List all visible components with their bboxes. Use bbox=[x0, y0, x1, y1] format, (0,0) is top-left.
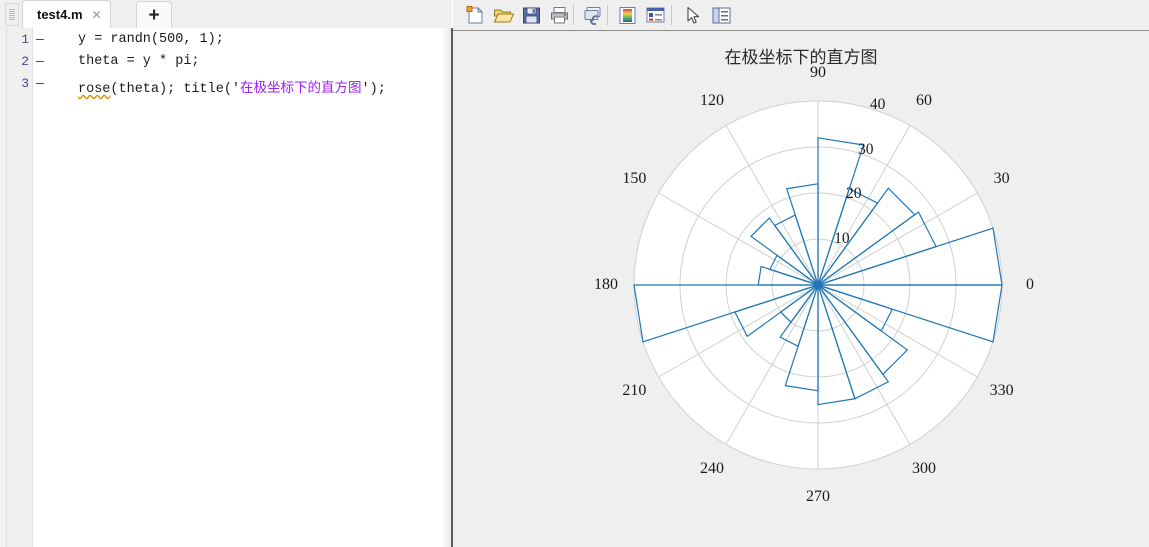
toolbar-separator bbox=[573, 5, 574, 25]
editor-tab-bar: test4.m ✕ + bbox=[0, 0, 452, 29]
property-inspector-icon[interactable] bbox=[709, 3, 734, 27]
theta-tick-label: 330 bbox=[989, 382, 1014, 399]
link-plot-icon[interactable] bbox=[581, 3, 606, 27]
theta-tick-label: 150 bbox=[622, 170, 647, 187]
colorbar-icon[interactable] bbox=[615, 3, 640, 27]
theta-tick-label: 180 bbox=[594, 276, 618, 293]
code-line-2: theta = y * pi; bbox=[78, 54, 200, 69]
figure-window: 在极坐标下的直方图 0 30 60 90 120 150 180 210 240 270 300 33… bbox=[453, 0, 1149, 547]
line-number-gutter: 1 2 3 bbox=[7, 28, 33, 547]
executable-line-marker[interactable]: — bbox=[36, 54, 44, 69]
code-text-area[interactable]: 1 2 3 — — — y = randn(500, 1); theta = y… bbox=[0, 28, 452, 547]
breakpoint-column[interactable]: — — — bbox=[33, 28, 51, 547]
toolbar-separator bbox=[607, 5, 608, 25]
toolbar-separator bbox=[671, 5, 672, 25]
line-number: 3 bbox=[21, 76, 29, 91]
figure-toolbar bbox=[453, 0, 1149, 31]
code-warning-token: rose bbox=[78, 82, 111, 97]
line-number: 1 bbox=[21, 32, 29, 47]
theta-tick-label: 270 bbox=[806, 488, 830, 505]
open-file-icon[interactable] bbox=[491, 3, 516, 27]
line-number: 2 bbox=[21, 54, 29, 69]
executable-line-marker[interactable]: — bbox=[36, 32, 44, 47]
theta-tick-label: 120 bbox=[700, 92, 724, 110]
code-token-end: '); bbox=[361, 82, 386, 97]
theta-tick-label: 30 bbox=[993, 170, 1010, 187]
legend-icon[interactable] bbox=[643, 3, 668, 27]
new-tab-button[interactable]: + bbox=[136, 1, 172, 28]
new-figure-icon[interactable] bbox=[463, 3, 488, 27]
executable-line-marker[interactable]: — bbox=[36, 76, 44, 91]
page-title: 在极坐标下的直方图 bbox=[724, 48, 878, 67]
r-tick-label: 40 bbox=[869, 96, 886, 114]
r-tick-label: 30 bbox=[857, 140, 874, 158]
r-tick-label: 20 bbox=[846, 185, 862, 203]
code-line-1: y = randn(500, 1); bbox=[78, 32, 224, 47]
theta-tick-label: 90 bbox=[810, 64, 826, 81]
editor-tab-test4m[interactable]: test4.m ✕ bbox=[22, 0, 111, 28]
r-tick-label: 10 bbox=[834, 229, 850, 247]
code-token: (theta); title(' bbox=[110, 82, 241, 97]
theta-tick-label: 240 bbox=[700, 459, 724, 477]
panel-drag-handle[interactable] bbox=[5, 3, 19, 26]
tab-filename: test4.m bbox=[37, 7, 83, 22]
theta-tick-label: 0 bbox=[1026, 276, 1034, 293]
editor-left-strip bbox=[0, 28, 7, 547]
edit-plot-pointer-icon[interactable] bbox=[681, 3, 706, 27]
figure-canvas[interactable]: 在极坐标下的直方图 0 30 60 90 120 150 180 210 240 270 300 33… bbox=[453, 31, 1149, 547]
code-editor-pane: test4.m ✕ + 1 2 3 — — — y = randn(500, 1… bbox=[0, 0, 452, 547]
code-string-literal: 在极坐标下的直方图 bbox=[240, 82, 362, 97]
save-figure-icon[interactable] bbox=[519, 3, 544, 27]
theta-tick-label: 60 bbox=[916, 92, 932, 110]
polar-histogram-plot[interactable] bbox=[453, 31, 1149, 547]
theta-tick-label: 210 bbox=[622, 382, 647, 399]
theta-tick-label: 300 bbox=[912, 459, 936, 477]
print-figure-icon[interactable] bbox=[547, 3, 572, 27]
close-icon[interactable]: ✕ bbox=[92, 9, 102, 21]
code-line-3: rose(theta); title('在极坐标下的直方图'); bbox=[78, 76, 386, 97]
